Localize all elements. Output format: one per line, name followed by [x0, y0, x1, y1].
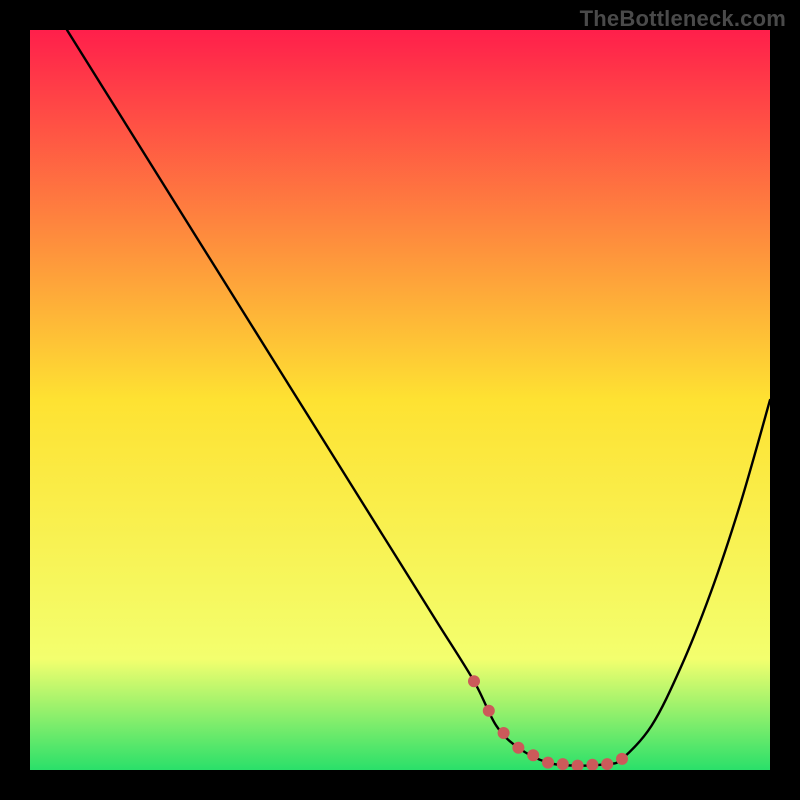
optimal-dot — [483, 705, 495, 717]
optimal-dot — [542, 757, 554, 769]
chart-frame: TheBottleneck.com — [0, 0, 800, 800]
optimal-dot — [512, 742, 524, 754]
watermark-text: TheBottleneck.com — [580, 6, 786, 32]
bottleneck-chart — [30, 30, 770, 770]
optimal-dot — [557, 758, 569, 770]
optimal-dot — [601, 758, 613, 770]
gradient-background — [30, 30, 770, 770]
optimal-dot — [527, 749, 539, 761]
optimal-dot — [468, 675, 480, 687]
optimal-dot — [616, 753, 628, 765]
optimal-dot — [498, 727, 510, 739]
